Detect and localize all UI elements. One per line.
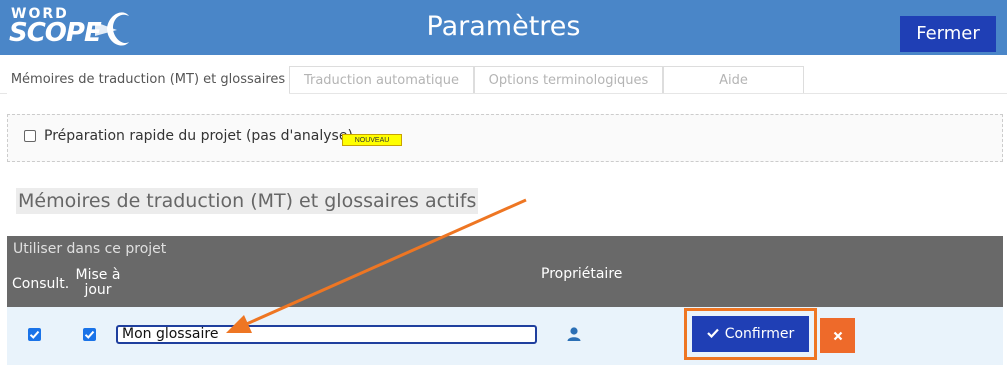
close-button[interactable]: Fermer xyxy=(900,16,996,52)
column-owner: Propriétaire xyxy=(541,266,623,282)
cancel-button[interactable] xyxy=(820,318,855,353)
confirm-button[interactable]: Confirmer xyxy=(692,316,809,352)
column-update: Mise à jour xyxy=(75,267,121,298)
table-subheader: Utiliser dans ce projet xyxy=(13,241,167,257)
table-header: Utiliser dans ce projet Consult. Mise à … xyxy=(7,236,1003,307)
resource-name-input[interactable]: Mon glossaire xyxy=(116,325,537,344)
user-icon xyxy=(567,327,581,341)
update-checkbox[interactable] xyxy=(83,328,96,341)
app-header: WORD SCOPE Paramètres Fermer xyxy=(0,0,1007,55)
confirm-label: Confirmer xyxy=(724,326,795,342)
new-badge: NOUVEAU xyxy=(342,134,402,146)
tab-machine-translation[interactable]: Traduction automatique xyxy=(289,66,474,93)
quick-prep-label: Préparation rapide du projet (pas d'anal… xyxy=(44,128,353,144)
tab-memories-glossaries[interactable]: Mémoires de traduction (MT) et glossaire… xyxy=(7,66,289,94)
close-icon xyxy=(833,331,842,340)
check-icon xyxy=(706,328,719,338)
page-title: Paramètres xyxy=(426,11,581,42)
tab-help[interactable]: Aide xyxy=(663,66,804,93)
check-icon xyxy=(29,330,40,339)
column-consult: Consult. xyxy=(12,276,70,292)
quick-prep-panel: Préparation rapide du projet (pas d'anal… xyxy=(7,114,1003,162)
section-title: Mémoires de traduction (MT) et glossaire… xyxy=(16,188,479,214)
table-row: Mon glossaire Confirmer xyxy=(7,307,1003,365)
check-icon xyxy=(84,330,95,339)
quick-prep-checkbox[interactable] xyxy=(24,130,36,142)
consult-checkbox[interactable] xyxy=(28,328,41,341)
tab-terminology-options[interactable]: Options terminologiques xyxy=(474,66,663,93)
